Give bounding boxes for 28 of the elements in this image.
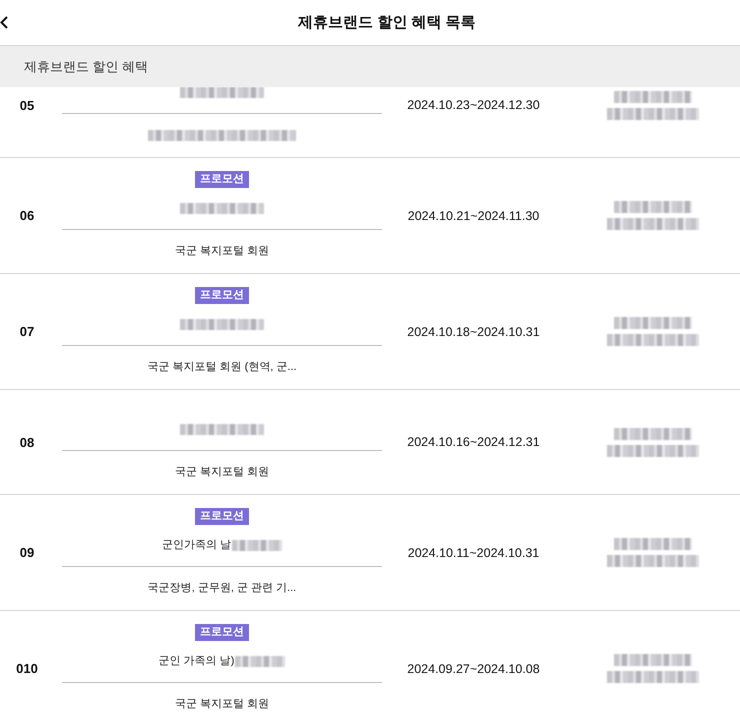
row-number: 05 <box>20 98 34 112</box>
eligibility-text: 국군 복지포털 회원 <box>174 465 270 480</box>
period-text: 2024.09.27~2024.10.08 <box>407 662 540 676</box>
eligibility-text: 국군 복지포털 회원 <box>174 244 270 259</box>
period-text: 2024.10.23~2024.12.30 <box>407 98 540 112</box>
row-number: 06 <box>20 208 34 223</box>
eligibility-text: 국군 복지포털 회원 (현역, 군... <box>147 360 297 375</box>
promotion-badge: 프로모션 <box>195 508 249 525</box>
promotion-badge: 프로모션 <box>195 171 249 188</box>
row-number: 010 <box>16 661 38 676</box>
brand-name: 군인 가족의 날) <box>158 654 234 669</box>
row-number: 09 <box>20 545 34 560</box>
eligibility-text: 국군 복지포털 회원 <box>174 697 270 712</box>
period-text: 2024.10.11~2024.10.31 <box>408 546 540 560</box>
promotion-badge: 프로모션 <box>195 287 249 304</box>
section-header: 제휴브랜드 할인 혜택 <box>0 46 740 87</box>
period-text: 2024.10.16~2024.12.31 <box>407 435 540 449</box>
period-text: 2024.10.18~2024.10.31 <box>407 324 540 338</box>
eligibility-text: 국군장병, 군무원, 군 관련 기... <box>148 581 296 596</box>
redacted-text <box>232 540 282 550</box>
redacted-text <box>235 656 286 666</box>
row-number: 08 <box>20 434 34 450</box>
promotion-badge: 프로모션 <box>195 624 249 641</box>
page-title: 제휴브랜드 할인 혜택 목록 <box>296 13 477 32</box>
back-icon[interactable] <box>0 16 8 29</box>
row-number: 07 <box>20 324 34 339</box>
period-text: 2024.10.21~2024.11.30 <box>408 208 540 222</box>
brand-name: 군인가족의 날 <box>162 538 232 553</box>
